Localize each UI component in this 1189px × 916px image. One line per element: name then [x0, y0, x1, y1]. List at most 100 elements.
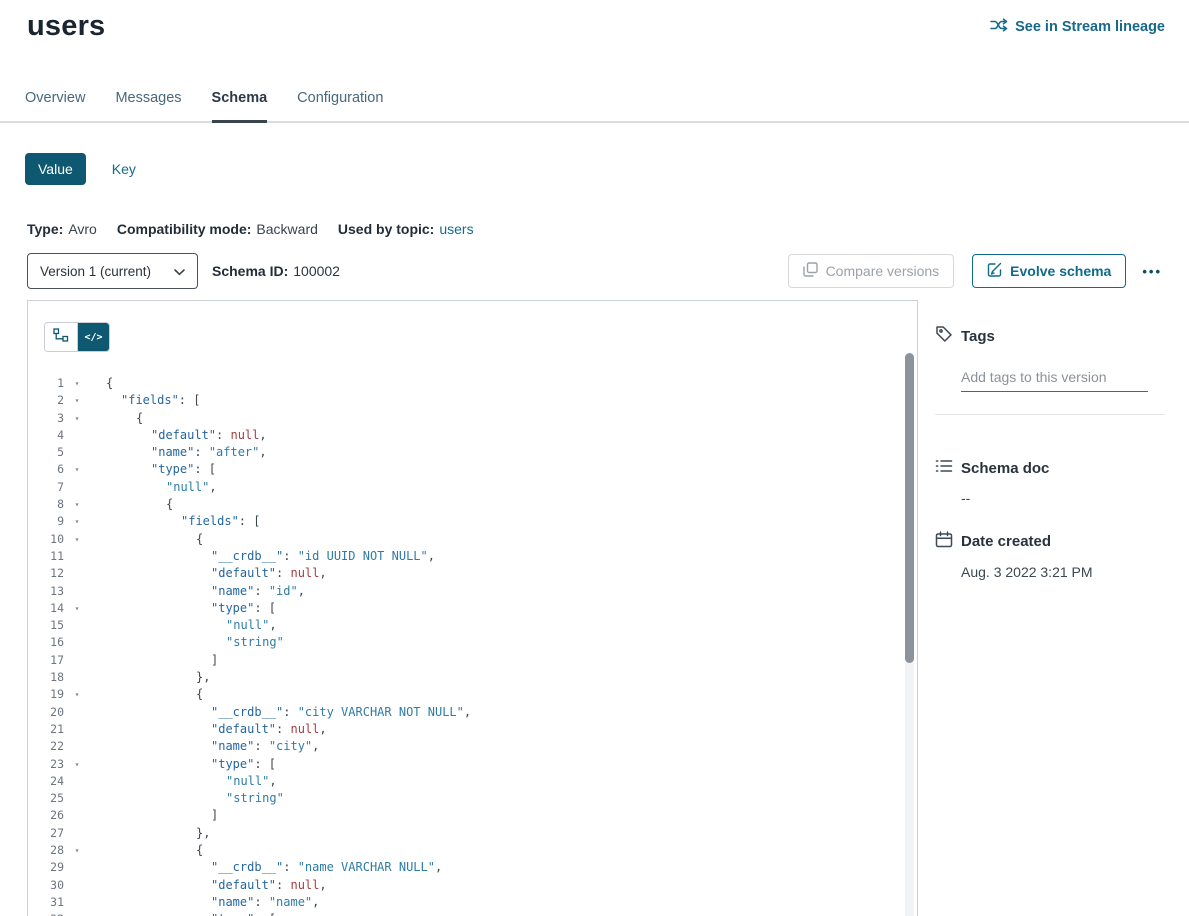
tab-messages[interactable]: Messages — [115, 90, 181, 121]
code-text: "type": [ — [90, 461, 216, 478]
collapse-toggle-icon[interactable]: ▾ — [64, 392, 90, 409]
line-number: 16 — [28, 634, 64, 651]
collapse-toggle-icon[interactable]: ▾ — [64, 375, 90, 392]
code-line: 5 "name": "after", — [28, 444, 917, 461]
line-number: 1 — [28, 375, 64, 392]
line-number: 11 — [28, 548, 64, 565]
code-line: 9▾"fields": [ — [28, 513, 917, 530]
code-text: ] — [90, 807, 218, 824]
code-line: 30"default": null, — [28, 877, 917, 894]
code-lines: 1▾{2▾"fields": [3▾{4"default": null,5"na… — [28, 301, 917, 916]
code-text: "__crdb__": "city VARCHAR NOT NULL", — [90, 704, 471, 721]
stream-lineage-link[interactable]: See in Stream lineage — [990, 17, 1165, 37]
chevron-down-icon — [174, 264, 185, 279]
line-number: 5 — [28, 444, 64, 461]
arrow-spacer — [64, 807, 90, 824]
code-text: "type": [ — [90, 911, 276, 916]
tree-view-button[interactable] — [45, 323, 77, 351]
schema-editor-panel: </> 1▾{2▾"fields": [3▾{4"default": null,… — [27, 300, 918, 916]
compare-icon — [803, 262, 818, 280]
line-number: 17 — [28, 652, 64, 669]
compare-versions-button[interactable]: Compare versions — [788, 254, 955, 288]
tab-configuration[interactable]: Configuration — [297, 90, 383, 121]
tree-view-icon — [53, 328, 69, 347]
collapse-toggle-icon[interactable]: ▾ — [64, 911, 90, 916]
code-line: 7"null", — [28, 479, 917, 496]
code-text: "default": null, — [90, 877, 327, 894]
schema-meta-row: Type: Avro Compatibility mode: Backward … — [27, 221, 1162, 237]
meta-compatibility: Compatibility mode: Backward — [117, 221, 318, 237]
stream-lineage-icon — [990, 17, 1008, 37]
code-line: 28▾{ — [28, 842, 917, 859]
collapse-toggle-icon[interactable]: ▾ — [64, 686, 90, 703]
editor-scrollbar-thumb[interactable] — [905, 353, 914, 663]
arrow-spacer — [64, 894, 90, 911]
schema-doc-title: Schema doc — [961, 460, 1049, 477]
tags-title: Tags — [961, 328, 995, 345]
meta-topic-link[interactable]: users — [439, 221, 473, 237]
code-line: 2▾"fields": [ — [28, 392, 917, 409]
code-text: "null", — [90, 773, 277, 790]
code-line: 24"null", — [28, 773, 917, 790]
arrow-spacer — [64, 877, 90, 894]
meta-compat-value: Backward — [256, 221, 317, 237]
tags-header: Tags — [935, 325, 1165, 347]
collapse-toggle-icon[interactable]: ▾ — [64, 842, 90, 859]
code-text: "type": [ — [90, 600, 276, 617]
line-number: 25 — [28, 790, 64, 807]
code-line: 6▾"type": [ — [28, 461, 917, 478]
collapse-toggle-icon[interactable]: ▾ — [64, 756, 90, 773]
tab-overview[interactable]: Overview — [25, 90, 85, 121]
code-line: 11"__crdb__": "id UUID NOT NULL", — [28, 548, 917, 565]
version-select[interactable]: Version 1 (current) — [27, 253, 198, 289]
arrow-spacer — [64, 565, 90, 582]
code-line: 16 "string" — [28, 634, 917, 651]
meta-compat-label: Compatibility mode: — [117, 221, 252, 237]
code-text: "type": [ — [90, 756, 276, 773]
meta-topic-label: Used by topic: — [338, 221, 434, 237]
version-select-value: Version 1 (current) — [40, 264, 151, 279]
line-number: 20 — [28, 704, 64, 721]
collapse-toggle-icon[interactable]: ▾ — [64, 531, 90, 548]
date-created-value: Aug. 3 2022 3:21 PM — [961, 564, 1165, 580]
line-number: 15 — [28, 617, 64, 634]
schema-doc-section: Schema doc -- — [935, 458, 1165, 506]
evolve-schema-button[interactable]: Evolve schema — [972, 254, 1126, 288]
code-text: "name": "after", — [90, 444, 267, 461]
code-line: 15"null", — [28, 617, 917, 634]
arrow-spacer — [64, 444, 90, 461]
meta-topic: Used by topic: users — [338, 221, 474, 237]
code-line: 32▾"type": [ — [28, 911, 917, 916]
schema-doc-value: -- — [961, 490, 1165, 506]
stream-lineage-label: See in Stream lineage — [1015, 19, 1165, 35]
code-text: }, — [90, 669, 210, 686]
main-content: </> 1▾{2▾"fields": [3▾{4"default": null,… — [0, 300, 1189, 916]
code-line: 23▾"type": [ — [28, 756, 917, 773]
collapse-toggle-icon[interactable]: ▾ — [64, 410, 90, 427]
date-created-title: Date created — [961, 533, 1051, 550]
code-line: 8▾{ — [28, 496, 917, 513]
key-toggle-link[interactable]: Key — [112, 161, 136, 177]
arrow-spacer — [64, 825, 90, 842]
collapse-toggle-icon[interactable]: ▾ — [64, 496, 90, 513]
evolve-schema-label: Evolve schema — [1010, 263, 1111, 279]
code-text: "string" — [90, 634, 284, 651]
collapse-toggle-icon[interactable]: ▾ — [64, 600, 90, 617]
code-text: { — [90, 410, 143, 427]
more-options-button[interactable]: ••• — [1142, 264, 1162, 279]
tab-schema[interactable]: Schema — [212, 90, 268, 121]
arrow-spacer — [64, 583, 90, 600]
collapse-toggle-icon[interactable]: ▾ — [64, 513, 90, 530]
add-tags-input[interactable] — [961, 367, 1148, 392]
line-number: 22 — [28, 738, 64, 755]
line-number: 29 — [28, 859, 64, 876]
editor-scrollbar-track — [905, 353, 914, 916]
code-text: { — [90, 531, 203, 548]
arrow-spacer — [64, 669, 90, 686]
page-header: users See in Stream lineage — [0, 0, 1189, 43]
collapse-toggle-icon[interactable]: ▾ — [64, 461, 90, 478]
schema-id-value: 100002 — [293, 263, 340, 279]
code-view-button[interactable]: </> — [77, 323, 109, 351]
value-toggle-button[interactable]: Value — [25, 153, 86, 185]
line-number: 4 — [28, 427, 64, 444]
